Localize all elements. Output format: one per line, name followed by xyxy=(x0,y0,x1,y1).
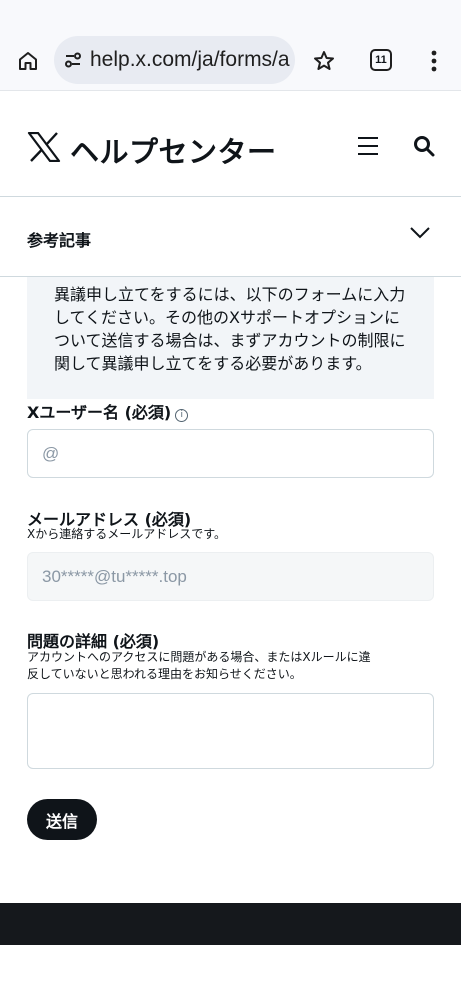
submit-button[interactable]: 送信 xyxy=(27,799,97,840)
footer xyxy=(0,903,461,945)
username-label-text: Xユーザー名 (必須) xyxy=(27,403,172,422)
username-label: Xユーザー名 (必須) i xyxy=(27,399,189,423)
browser-toolbar: help.x.com/ja/forms/a 11 xyxy=(0,0,461,91)
search-icon[interactable] xyxy=(413,135,435,157)
username-input[interactable]: @ xyxy=(27,429,434,478)
notice-line: ついて送信する場合は、まずアカウントの制限に xyxy=(54,331,406,350)
address-bar[interactable]: help.x.com/ja/forms/a xyxy=(54,36,295,84)
email-hint: Xから連絡するメールアドレスです。 xyxy=(27,527,227,541)
x-logo-icon[interactable] xyxy=(27,131,61,163)
notice-line: 異議申し立てをするには、以下のフォームに入力 xyxy=(54,285,406,304)
notice-line: 関して異議申し立てをする必要があります。 xyxy=(54,354,372,373)
related-articles-title: 参考記事 xyxy=(27,231,92,250)
details-textarea[interactable] xyxy=(27,693,434,769)
url-text: help.x.com/ja/forms/a xyxy=(90,48,290,71)
notice-line: してください。その他のXサポートオプションに xyxy=(54,308,401,327)
email-field: 30*****@tu*****.top xyxy=(27,552,434,601)
related-articles-toggle[interactable]: 参考記事 xyxy=(0,197,461,277)
more-menu-icon[interactable] xyxy=(424,48,444,74)
details-hint-line: 反していないと思われる理由をお知らせください。 xyxy=(27,667,302,681)
site-header: ヘルプセンター xyxy=(0,91,461,197)
home-icon[interactable] xyxy=(15,48,41,74)
hamburger-menu-icon[interactable] xyxy=(356,135,380,157)
page-title: ヘルプセンター xyxy=(70,135,277,169)
chevron-down-icon xyxy=(408,225,432,241)
site-settings-icon[interactable] xyxy=(62,49,84,71)
details-hint-line: アカウントへのアクセスに問題がある場合、またはXルールに違 xyxy=(27,650,371,664)
username-placeholder: @ xyxy=(42,443,60,463)
bookmark-star-icon[interactable] xyxy=(311,48,337,74)
notice-box: 異議申し立てをするには、以下のフォームに入力 してください。その他のXサポートオ… xyxy=(27,277,434,399)
tab-switcher-button[interactable]: 11 xyxy=(370,49,392,71)
info-icon[interactable]: i xyxy=(175,408,189,422)
email-value: 30*****@tu*****.top xyxy=(42,566,187,586)
